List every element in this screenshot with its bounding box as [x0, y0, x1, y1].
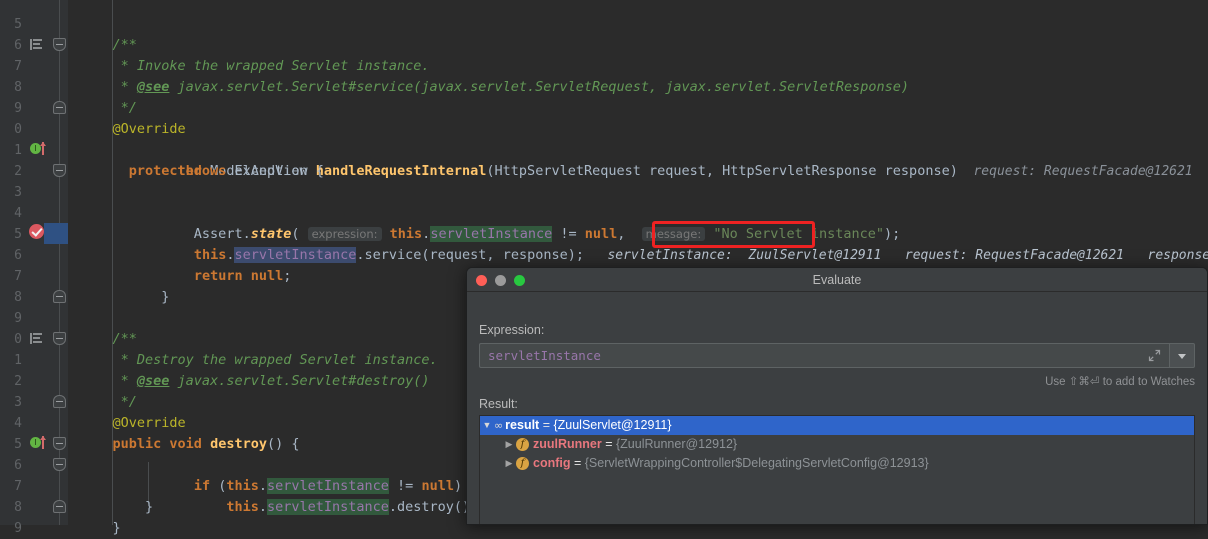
line-number-column: 5678901234567890123456789 — [0, 0, 22, 525]
line-number: 6 — [0, 455, 22, 476]
line-number: 3 — [0, 182, 22, 203]
line-number: 5 — [0, 434, 22, 455]
evaluate-dialog[interactable]: Evaluate Expression: servletInstance Use… — [466, 267, 1208, 525]
fold-marker[interactable] — [53, 437, 66, 450]
expression-input[interactable]: servletInstance — [479, 343, 1169, 368]
line-number: 8 — [0, 77, 22, 98]
editor-gutter[interactable]: 5678901234567890123456789 I I — [0, 0, 68, 525]
tree-node-name: result — [505, 418, 539, 432]
dialog-titlebar[interactable]: Evaluate — [467, 268, 1207, 292]
code-line[interactable]: protected ModelAndView handleRequestInte… — [68, 140, 1208, 161]
fold-marker[interactable] — [53, 500, 66, 513]
fold-marker[interactable] — [53, 290, 66, 303]
code-line[interactable]: throws Exception { — [68, 161, 1208, 182]
tree-row[interactable]: ▶fconfig = {ServletWrappingController$De… — [480, 454, 1194, 473]
expression-history-dropdown[interactable] — [1169, 343, 1195, 368]
field-icon: f — [516, 457, 529, 470]
line-number: 2 — [0, 161, 22, 182]
line-number: 3 — [0, 392, 22, 413]
result-label: Result: — [479, 397, 518, 411]
code-line[interactable]: */ — [68, 98, 1208, 119]
field-icon: f — [516, 438, 529, 451]
line-number: 5 — [0, 14, 22, 35]
line-number: 9 — [0, 518, 22, 539]
expression-row[interactable]: servletInstance — [479, 343, 1195, 368]
code-line[interactable]: return null; — [68, 245, 1208, 266]
line-number: 5 — [0, 224, 22, 245]
expression-input-value: servletInstance — [488, 348, 601, 363]
code-line[interactable]: @Override — [68, 119, 1208, 140]
overriding-method-icon[interactable]: I — [30, 141, 50, 157]
result-tree[interactable]: ▼∞result = {ZuulServlet@12911}▶fzuulRunn… — [479, 415, 1195, 525]
line-number: 4 — [0, 413, 22, 434]
object-reference-icon: ∞ — [494, 416, 502, 435]
code-line-assert[interactable]: Assert.state( expression: this.servletIn… — [68, 203, 1208, 224]
breakpoint-icon[interactable] — [29, 224, 44, 239]
tree-node-name: zuulRunner — [533, 437, 602, 451]
line-number: 4 — [0, 203, 22, 224]
line-number: 0 — [0, 119, 22, 140]
fold-marker[interactable] — [53, 38, 66, 51]
line-number: 0 — [0, 329, 22, 350]
javadoc-icon — [30, 333, 43, 344]
fold-marker[interactable] — [53, 332, 66, 345]
tree-node-value: {ServletWrappingController$DelegatingSer… — [585, 456, 929, 470]
line-number: 9 — [0, 308, 22, 329]
tree-node-equals: = — [571, 456, 585, 470]
tree-node-value: {ZuulRunner@12912} — [616, 437, 737, 451]
javadoc-icon — [30, 39, 43, 50]
line-number: 6 — [0, 245, 22, 266]
tree-node-equals: = — [602, 437, 616, 451]
line-number: 1 — [0, 140, 22, 161]
fold-marker[interactable] — [53, 458, 66, 471]
code-line-current[interactable]: this.servletInstance.service(request, re… — [68, 224, 1208, 245]
line-number: 7 — [0, 476, 22, 497]
line-number: 1 — [0, 350, 22, 371]
line-number: 7 — [0, 266, 22, 287]
tree-row[interactable]: ▶f zuulRunner = {ZuulRunner@12912} — [480, 435, 1194, 454]
chevron-right-icon[interactable]: ▶ — [502, 454, 516, 473]
line-number: 8 — [0, 287, 22, 308]
code-line[interactable]: * Invoke the wrapped Servlet instance. — [68, 56, 1208, 77]
expand-editor-icon[interactable] — [1148, 349, 1161, 362]
line-number: 8 — [0, 497, 22, 518]
expression-label: Expression: — [479, 323, 544, 337]
fold-marker[interactable] — [53, 101, 66, 114]
chevron-right-icon[interactable]: ▶ — [502, 435, 516, 454]
dialog-title: Evaluate — [467, 268, 1207, 292]
add-to-watches-hint: Use ⇧⌘⏎ to add to Watches — [1045, 374, 1195, 388]
line-number: 6 — [0, 35, 22, 56]
tree-node-equals: = — [539, 418, 553, 432]
code-line[interactable]: * @see javax.servlet.Servlet#service(jav… — [68, 77, 1208, 98]
tree-row[interactable]: ▼∞result = {ZuulServlet@12911} — [480, 416, 1194, 435]
line-number: 7 — [0, 56, 22, 77]
chevron-down-icon[interactable]: ▼ — [480, 416, 494, 435]
dialog-body: Expression: servletInstance Use ⇧⌘⏎ to a… — [467, 292, 1207, 525]
fold-marker[interactable] — [53, 395, 66, 408]
code-line[interactable]: /** — [68, 35, 1208, 56]
line-number: 9 — [0, 98, 22, 119]
overriding-method-icon[interactable]: I — [30, 435, 50, 451]
tree-node-value: {ZuulServlet@12911} — [553, 418, 671, 432]
fold-marker[interactable] — [53, 164, 66, 177]
line-number: 2 — [0, 371, 22, 392]
tree-node-name: config — [533, 456, 571, 470]
